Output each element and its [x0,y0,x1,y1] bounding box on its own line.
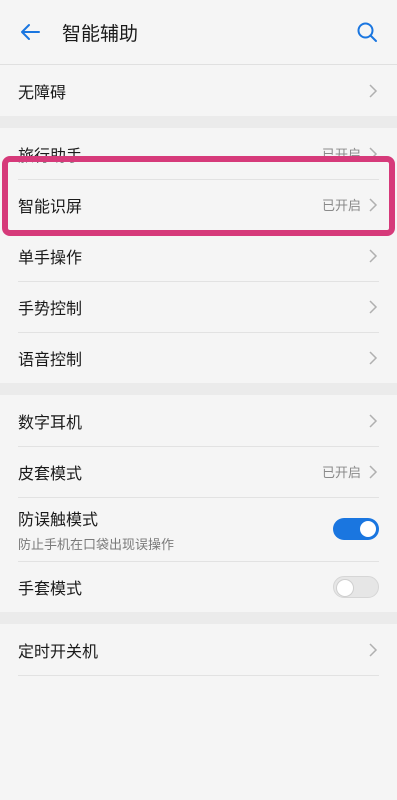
settings-group-assist: 旅行助手 已开启 智能识屏 已开启 单手操作 手势控制 语音控制 [0,128,397,383]
settings-group-modes: 数字耳机 皮套模式 已开启 防误触模式 防止手机在口袋出现误操作 手套模式 [0,395,397,612]
row-one-hand-mode[interactable]: 单手操作 [0,230,397,281]
chevron-right-icon [367,299,379,315]
page-title: 智能辅助 [62,22,139,45]
chevron-right-icon [367,413,379,429]
row-label: 定时开关机 [18,641,99,661]
row-sublabel: 防止手机在口袋出现误操作 [18,537,175,553]
row-glove-mode[interactable]: 手套模式 [0,561,397,612]
search-button[interactable] [353,18,381,46]
chevron-right-icon [367,248,379,264]
chevron-right-icon [367,197,379,213]
status-text: 已开启 [321,199,361,214]
row-label: 手套模式 [18,578,83,598]
header: 智能辅助 [0,0,397,64]
row-label: 无障碍 [18,82,67,102]
chevron-right-icon [367,350,379,366]
row-label: 旅行助手 [18,145,83,165]
row-scheduled-power[interactable]: 定时开关机 [0,624,397,675]
back-button[interactable] [16,18,44,46]
list-end-divider [18,675,379,676]
chevron-right-icon [367,146,379,162]
toggle-knob [360,521,376,537]
row-label: 单手操作 [18,247,83,267]
glove-mode-toggle[interactable] [333,575,379,598]
chevron-right-icon [367,642,379,658]
group-gap [0,383,397,395]
back-arrow-icon [21,24,40,40]
chevron-right-icon [367,83,379,99]
row-digital-headset[interactable]: 数字耳机 [0,395,397,446]
row-label: 皮套模式 [18,463,83,483]
row-gesture-control[interactable]: 手势控制 [0,281,397,332]
row-label: 语音控制 [18,349,83,369]
row-label: 数字耳机 [18,412,83,432]
accidental-touch-toggle[interactable] [333,518,379,540]
row-accessibility[interactable]: 无障碍 [0,65,397,116]
search-icon [357,22,377,42]
row-smart-screen-recognition[interactable]: 智能识屏 已开启 [0,179,397,230]
group-gap [0,612,397,624]
row-travel-assistant[interactable]: 旅行助手 已开启 [0,128,397,179]
row-label: 智能识屏 [18,196,83,216]
settings-group-schedule: 定时开关机 [0,624,397,676]
group-gap [0,116,397,128]
row-label: 手势控制 [18,298,83,318]
row-voice-control[interactable]: 语音控制 [0,332,397,383]
status-text: 已开启 [321,148,361,163]
settings-group-accessibility: 无障碍 [0,65,397,116]
chevron-right-icon [367,464,379,480]
toggle-knob [336,578,354,597]
row-label: 防误触模式 [18,509,99,529]
row-cover-mode[interactable]: 皮套模式 已开启 [0,446,397,497]
row-accidental-touch-mode[interactable]: 防误触模式 防止手机在口袋出现误操作 [0,497,397,561]
status-text: 已开启 [321,466,361,481]
